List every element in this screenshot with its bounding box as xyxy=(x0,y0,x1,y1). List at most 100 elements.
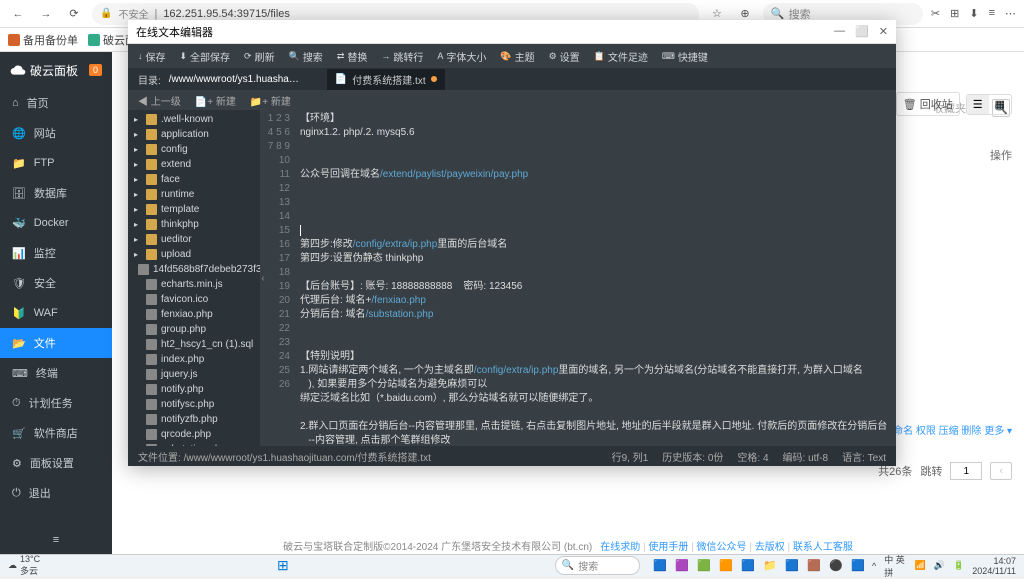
footer-link[interactable]: 去版权 xyxy=(755,542,785,553)
grid-view[interactable]: ▦ xyxy=(989,95,1011,114)
sidebar-item-11[interactable]: 🛒软件商店 xyxy=(0,418,112,448)
tree-file[interactable]: fenxiao.php xyxy=(128,307,260,322)
menu-icon[interactable]: ≡ xyxy=(989,7,995,20)
tree-file[interactable]: substation.php xyxy=(128,442,260,446)
tree-action[interactable]: ◀ 上一级 xyxy=(138,93,181,108)
download-icon[interactable]: ⬇ xyxy=(969,7,978,20)
minimize-button[interactable]: — xyxy=(834,25,845,38)
forward-button[interactable]: → xyxy=(36,4,56,24)
tree-folder[interactable]: ▸ueditor xyxy=(128,232,260,247)
file-tab[interactable]: 📄 付费系统搭建.txt xyxy=(327,69,445,90)
toolbar-快捷键[interactable]: ⌨ 快捷键 xyxy=(662,49,708,64)
extensions-icon[interactable]: ⊞ xyxy=(950,7,959,20)
footer-link[interactable]: 联系人工客服 xyxy=(793,542,853,553)
tree-file[interactable]: jquery.js xyxy=(128,367,260,382)
footer-link[interactable]: 在线求助 xyxy=(600,542,640,553)
back-button[interactable]: ← xyxy=(8,4,28,24)
maximize-button[interactable]: ⬜ xyxy=(855,25,869,38)
tree-folder[interactable]: ▸runtime xyxy=(128,187,260,202)
reload-button[interactable]: ⟳ xyxy=(64,4,84,24)
clock-time[interactable]: 14:07 xyxy=(993,556,1016,566)
tree-file[interactable]: echarts.min.js xyxy=(128,277,260,292)
sidebar-item-10[interactable]: ⏱计划任务 xyxy=(0,388,112,418)
sidebar-collapse[interactable]: ≡ xyxy=(0,526,112,554)
toolbar-刷新[interactable]: ⟳ 刷新 xyxy=(244,49,275,64)
status-history[interactable]: 历史版本: 0份 xyxy=(662,449,723,464)
tray-chevron[interactable]: ^ xyxy=(872,561,876,571)
app-icon[interactable]: 🟧 xyxy=(718,558,734,574)
app-icon[interactable]: ⚫ xyxy=(828,558,844,574)
tree-file[interactable]: notify.php xyxy=(128,382,260,397)
close-button[interactable]: ✕ xyxy=(879,25,888,38)
start-button[interactable]: ⊞ xyxy=(277,557,289,574)
volume-icon[interactable]: 🔊 xyxy=(934,560,945,571)
app-icon[interactable]: 🟦 xyxy=(784,558,800,574)
tree-file[interactable]: qrcode.php xyxy=(128,427,260,442)
app-icon[interactable]: 🟦 xyxy=(740,558,756,574)
dir-path[interactable]: /www/wwwroot/ys1.huasha… xyxy=(169,74,299,85)
app-icon[interactable]: 🟦 xyxy=(850,558,866,574)
toolbar-全部保存[interactable]: ⬇ 全部保存 xyxy=(180,49,231,64)
wifi-icon[interactable]: 📶 xyxy=(915,560,926,571)
footer-link[interactable]: 微信公众号 xyxy=(697,542,747,553)
app-icon[interactable]: 🟫 xyxy=(806,558,822,574)
battery-icon[interactable]: 🔋 xyxy=(953,560,964,571)
toolbar-字体大小[interactable]: A 字体大小 xyxy=(437,49,486,64)
weather-widget[interactable]: ☁ 13°C多云 xyxy=(8,554,40,577)
app-icon[interactable]: 🟦 xyxy=(652,558,668,574)
sidebar-item-3[interactable]: 🗄数据库 xyxy=(0,178,112,208)
bookmark-item[interactable]: 备用备份单 xyxy=(8,32,78,48)
status-encoding[interactable]: 编码: utf-8 xyxy=(783,449,829,464)
tree-folder[interactable]: ▸face xyxy=(128,172,260,187)
app-icon[interactable]: 📁 xyxy=(762,558,778,574)
tree-file[interactable]: favicon.ico xyxy=(128,292,260,307)
tree-folder[interactable]: ▸thinkphp xyxy=(128,217,260,232)
code-area[interactable]: 1 2 3 4 5 6 7 8 9 10 11 12 13 14 15 16 1… xyxy=(266,110,896,446)
tree-folder[interactable]: ▸.well-known xyxy=(128,112,260,127)
sidebar-item-1[interactable]: 🌐网站 xyxy=(0,118,112,148)
footer-link[interactable]: 使用手册 xyxy=(648,542,688,553)
app-icon[interactable]: 🟩 xyxy=(696,558,712,574)
toolbar-跳转行[interactable]: → 跳转行 xyxy=(381,49,423,64)
tree-file[interactable]: group.php xyxy=(128,322,260,337)
app-icon[interactable]: 🟪 xyxy=(674,558,690,574)
tree-file[interactable]: notifysc.php xyxy=(128,397,260,412)
tree-action[interactable]: 📄+ 新建 xyxy=(195,93,236,108)
sidebar-item-4[interactable]: 🐳Docker xyxy=(0,208,112,238)
toolbar-保存[interactable]: ↓ 保存 xyxy=(138,49,166,64)
screenshot-icon[interactable]: ✂ xyxy=(931,7,940,20)
toolbar-设置[interactable]: ⚙ 设置 xyxy=(549,49,580,64)
sidebar-item-0[interactable]: ⌂首页 xyxy=(0,88,112,118)
list-view[interactable]: ☰ xyxy=(967,95,989,114)
status-spaces[interactable]: 空格: 4 xyxy=(737,449,768,464)
sidebar-item-5[interactable]: 📊监控 xyxy=(0,238,112,268)
tree-file[interactable]: index.php xyxy=(128,352,260,367)
ime-indicator[interactable]: 中 英 拼 xyxy=(884,553,906,579)
notif-badge[interactable]: 0 xyxy=(89,64,102,76)
sidebar-item-7[interactable]: 🔰WAF xyxy=(0,298,112,328)
sidebar-item-6[interactable]: 🛡安全 xyxy=(0,268,112,298)
page-input[interactable] xyxy=(950,462,982,480)
tree-folder[interactable]: ▸upload xyxy=(128,247,260,262)
status-lang[interactable]: 语言: Text xyxy=(842,449,886,464)
tree-folder[interactable]: ▸application xyxy=(128,127,260,142)
taskbar-search[interactable]: 🔍 搜索 xyxy=(555,556,640,575)
tree-folder[interactable]: ▸config xyxy=(128,142,260,157)
toolbar-搜索[interactable]: 🔍 搜索 xyxy=(289,49,323,64)
tree-action[interactable]: 📁+ 新建 xyxy=(250,93,291,108)
tree-folder[interactable]: ▸template xyxy=(128,202,260,217)
tree-file[interactable]: 14fd568b8f7debeb273f35… xyxy=(128,262,260,277)
paginate-prev[interactable]: ‹ xyxy=(990,462,1012,480)
toolbar-文件足迹[interactable]: 📋 文件足迹 xyxy=(594,49,648,64)
tree-folder[interactable]: ▸extend xyxy=(128,157,260,172)
more-icon[interactable]: ⋯ xyxy=(1005,7,1016,20)
sidebar-item-12[interactable]: ⚙面板设置 xyxy=(0,448,112,478)
recycle-button[interactable]: 🗑回收站 xyxy=(896,92,960,116)
tree-file[interactable]: notifyzfb.php xyxy=(128,412,260,427)
sidebar-item-13[interactable]: ⏻退出 xyxy=(0,478,112,508)
toolbar-主题[interactable]: 🎨 主题 xyxy=(500,49,534,64)
sidebar-item-9[interactable]: ⌨终端 xyxy=(0,358,112,388)
sidebar-item-8[interactable]: 📂文件 xyxy=(0,328,112,358)
tree-file[interactable]: ht2_hscy1_cn (1).sql xyxy=(128,337,260,352)
toolbar-替换[interactable]: ⇄ 替换 xyxy=(337,49,368,64)
